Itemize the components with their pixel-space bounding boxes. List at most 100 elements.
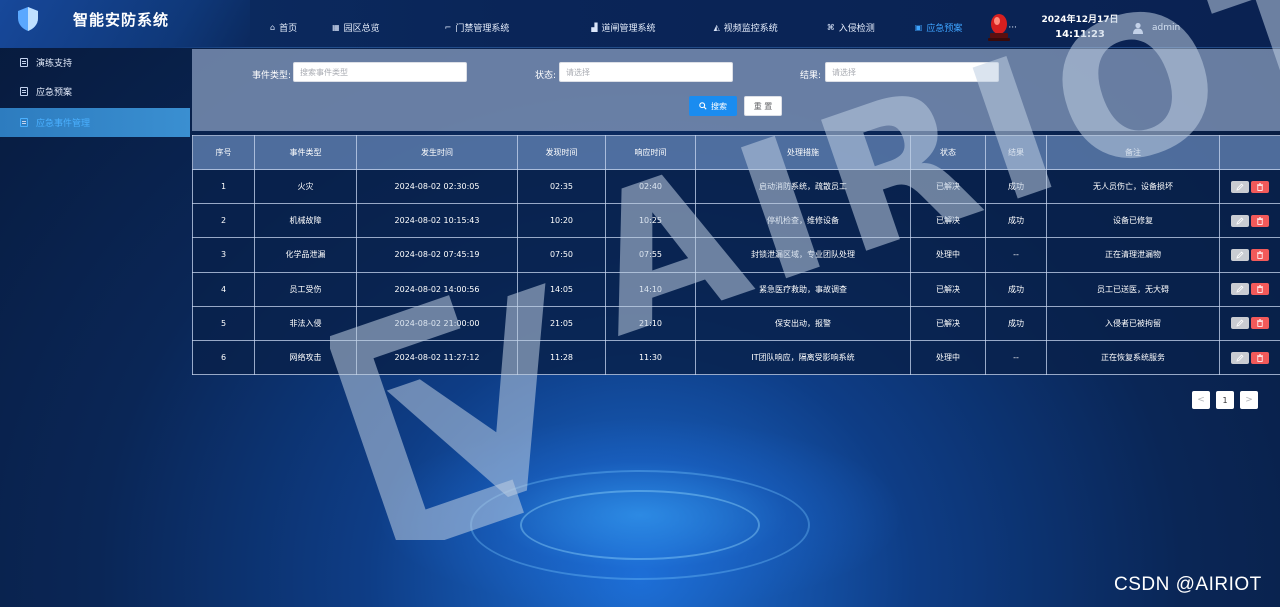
nav-item-label: 道闸管理系统 xyxy=(601,24,656,34)
event-type-label: 事件类型: xyxy=(252,71,292,81)
edit-icon xyxy=(1236,251,1244,259)
table-cell: 1 xyxy=(192,168,255,205)
sidebar-item-0[interactable]: 演练支持 xyxy=(0,48,190,77)
trash-icon xyxy=(1257,319,1263,328)
edit-button[interactable] xyxy=(1231,248,1249,261)
row-actions xyxy=(1219,203,1280,239)
nav-item-5[interactable]: ⌘ 入侵检测 xyxy=(827,21,875,34)
sidebar-item-2[interactable]: 应急事件管理 xyxy=(0,108,190,137)
watermark-logo-icon xyxy=(330,283,546,540)
top-nav: ⌂ 首页 ▦ 园区总览 ⌐ 门禁管理系统 ▟ 道闸管理系统 ◭ 视频监控系统 ⌘ 入侵检测 ▣ 应急预案 ·… xyxy=(270,21,1017,35)
column-header: 发生时间 xyxy=(356,135,518,170)
delete-button[interactable] xyxy=(1251,214,1269,227)
table-cell: 员工已送医，无大碍 xyxy=(1046,271,1220,307)
trash-icon xyxy=(1257,251,1263,259)
logo-area: 智能安防系统 xyxy=(0,0,250,48)
intrusion-icon: ⌘ xyxy=(826,23,835,32)
table-cell: 成功 xyxy=(985,305,1047,341)
document-icon xyxy=(20,118,28,127)
column-header: 事件类型 xyxy=(254,135,357,170)
row-actions xyxy=(1219,339,1280,376)
table-cell: 3 xyxy=(192,237,255,273)
prev-page-button[interactable]: < xyxy=(1192,391,1210,409)
edit-button[interactable] xyxy=(1231,283,1249,296)
table-cell: 5 xyxy=(192,305,255,341)
delete-button[interactable] xyxy=(1251,180,1269,193)
table-cell: -- xyxy=(985,339,1047,376)
row-actions xyxy=(1219,305,1280,341)
nav-item-label: 首页 xyxy=(279,24,298,34)
gate-icon: ▟ xyxy=(591,23,598,32)
trash-icon xyxy=(1257,285,1263,293)
status-label: 状态: xyxy=(535,71,557,81)
sidebar-item-label: 演练支持 xyxy=(36,59,73,69)
table-cell: 正在清理泄漏物 xyxy=(1046,237,1220,273)
table-cell: 2024-08-02 02:30:05 xyxy=(356,168,518,205)
edit-icon xyxy=(1236,217,1244,225)
table-cell: 正在恢复系统服务 xyxy=(1046,339,1220,376)
trash-icon xyxy=(1257,353,1263,362)
door-icon: ⌐ xyxy=(444,23,452,32)
table-cell: 处理中 xyxy=(910,339,986,376)
edit-icon xyxy=(1236,354,1244,362)
nav-item-1[interactable]: ▦ 园区总览 xyxy=(332,21,380,34)
sidebar-item-1[interactable]: 应急预案 xyxy=(0,77,190,106)
edit-button[interactable] xyxy=(1231,351,1249,364)
nav-item-4[interactable]: ◭ 视频监控系统 xyxy=(714,21,778,34)
row-actions-group xyxy=(1220,317,1280,330)
delete-button[interactable] xyxy=(1251,248,1269,261)
row-actions-group xyxy=(1220,180,1280,193)
sidebar: 演练支持应急预案应急事件管理 xyxy=(0,48,190,137)
csdn-watermark: CSDN @AIRIOT xyxy=(1114,574,1262,595)
table-cell: 成功 xyxy=(985,271,1047,307)
nav-item-2[interactable]: ⌐ 门禁管理系统 xyxy=(445,21,510,34)
edit-icon xyxy=(1236,183,1244,191)
app-title: 智能安防系统 xyxy=(73,11,170,29)
page-1-button[interactable]: 1 xyxy=(1216,391,1234,409)
nav-item-3[interactable]: ▟ 道闸管理系统 xyxy=(591,21,655,34)
row-actions-group xyxy=(1220,283,1280,296)
next-page-button[interactable]: > xyxy=(1240,391,1258,409)
row-actions-group xyxy=(1220,351,1280,364)
nav-item-0[interactable]: ⌂ 首页 xyxy=(270,21,297,34)
nav-item-label: 视频监控系统 xyxy=(723,24,778,34)
document-icon xyxy=(20,58,28,67)
row-actions-group xyxy=(1220,248,1280,261)
column-header: 序号 xyxy=(192,135,255,170)
delete-button[interactable] xyxy=(1251,283,1269,296)
search-button-label: 搜索 xyxy=(711,101,727,111)
table-cell: 火灾 xyxy=(254,168,357,205)
pagination: < 1 > xyxy=(1192,391,1258,409)
edit-button[interactable] xyxy=(1231,180,1249,193)
shield-icon xyxy=(18,7,38,31)
nav-item-6[interactable]: ▣ 应急预案 xyxy=(915,21,963,34)
table-cell: 2 xyxy=(192,203,255,239)
row-actions xyxy=(1219,237,1280,273)
event-type-input[interactable] xyxy=(293,62,467,82)
building-icon: ▦ xyxy=(332,23,340,32)
edit-button[interactable] xyxy=(1231,214,1249,227)
search-icon xyxy=(699,102,707,110)
delete-button[interactable] xyxy=(1251,317,1269,330)
table-cell: 已解决 xyxy=(910,305,986,341)
row-actions-group xyxy=(1220,214,1280,227)
trash-icon xyxy=(1257,182,1263,191)
row-actions xyxy=(1219,168,1280,205)
row-actions xyxy=(1219,271,1280,307)
nav-item-label: 入侵检测 xyxy=(838,24,875,34)
plan-icon: ▣ xyxy=(914,23,923,32)
result-label: 结果: xyxy=(800,71,822,81)
table-cell: 入侵者已被拘留 xyxy=(1046,305,1220,341)
table-cell: 4 xyxy=(192,271,255,307)
status-select[interactable] xyxy=(559,62,733,82)
table-cell: 6 xyxy=(192,339,255,376)
sidebar-item-label: 应急预案 xyxy=(36,88,73,98)
camera-icon: ◭ xyxy=(713,23,720,32)
edit-button[interactable] xyxy=(1231,317,1249,330)
document-icon xyxy=(20,87,28,96)
nav-item-label: 园区总览 xyxy=(343,24,380,34)
delete-button[interactable] xyxy=(1251,351,1269,364)
nav-item-label: 门禁管理系统 xyxy=(455,24,510,34)
edit-icon xyxy=(1236,319,1244,327)
edit-icon xyxy=(1236,285,1244,293)
